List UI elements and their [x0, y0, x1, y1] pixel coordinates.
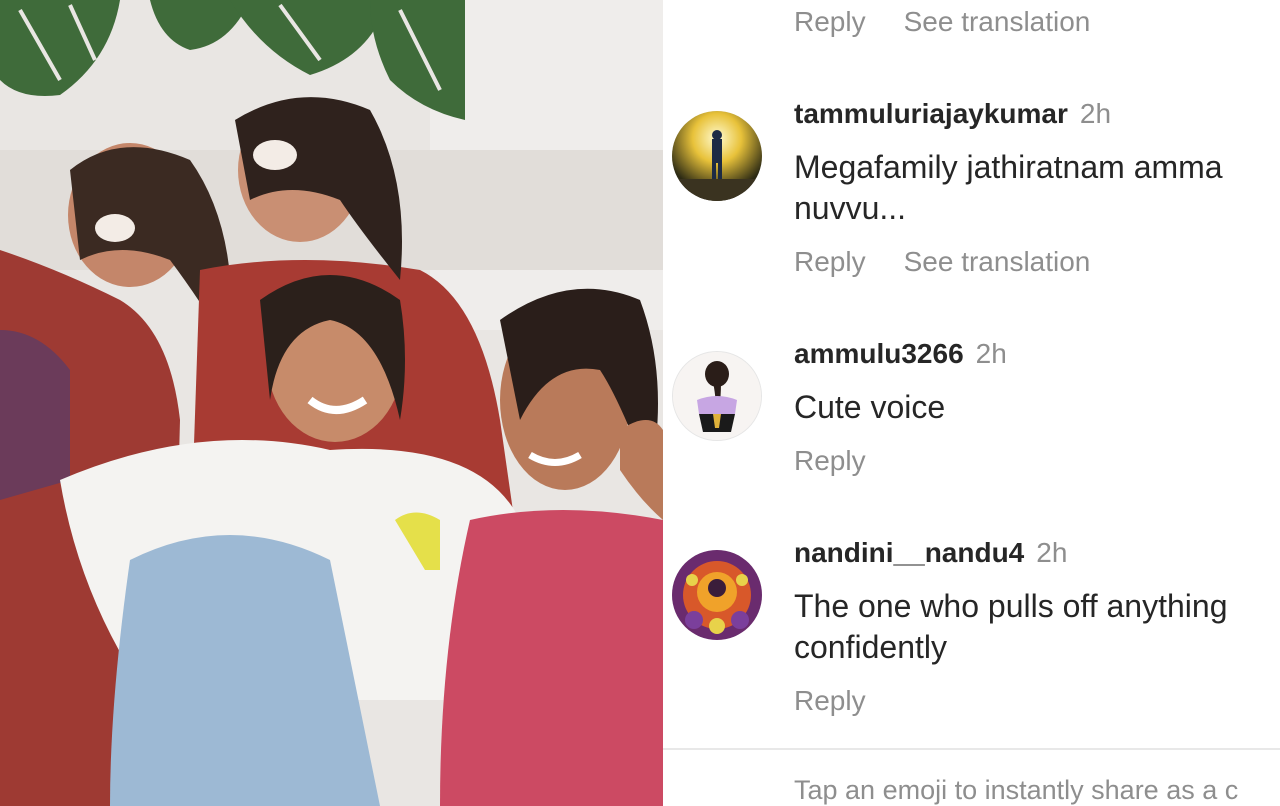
- comment-text-line: The one who pulls off anything: [794, 588, 1228, 624]
- avatar-image-tammuluriajaykumar: [672, 111, 762, 201]
- prev-comment-actions: Reply See translation: [794, 6, 1090, 38]
- avatar[interactable]: [672, 550, 762, 640]
- reply-button[interactable]: Reply: [794, 6, 866, 37]
- comment-actions: Reply: [794, 685, 866, 717]
- comment-text: Cute voice: [794, 387, 1274, 428]
- comment-time: 2h: [1079, 98, 1112, 129]
- avatar-image-nandini: [672, 550, 762, 640]
- see-translation-button[interactable]: See translation: [904, 6, 1091, 37]
- emoji-share-hint: Tap an emoji to instantly share as a c: [794, 775, 1239, 805]
- username-text[interactable]: nandini__nandu4: [794, 537, 1024, 568]
- divider: [663, 748, 1280, 750]
- comment-text: Megafamily jathiratnam amma nuvvu...: [794, 147, 1274, 229]
- avatar[interactable]: [672, 111, 762, 201]
- reply-button[interactable]: Reply: [794, 685, 866, 716]
- reply-button[interactable]: Reply: [794, 246, 866, 277]
- comment-username[interactable]: ammulu3266 2h: [794, 338, 1007, 370]
- comment-text-line: confidently: [794, 629, 947, 665]
- comment-time: 2h: [1036, 537, 1068, 568]
- username-text[interactable]: tammuluriajaykumar: [794, 98, 1068, 129]
- comments-panel: Reply See translation tammuluriajaykumar 2…: [663, 0, 1280, 806]
- avatar-image-ammulu3266: [673, 352, 761, 440]
- post-photo: [0, 0, 663, 806]
- comment-text: The one who pulls off anything confident…: [794, 586, 1274, 668]
- username-text[interactable]: ammulu3266: [794, 338, 964, 369]
- see-translation-button[interactable]: See translation: [904, 246, 1091, 277]
- photo-illustration: [0, 0, 663, 806]
- reply-button[interactable]: Reply: [794, 445, 866, 476]
- comment-text-line: Megafamily jathiratnam amma: [794, 149, 1223, 185]
- comment-time: 2h: [975, 338, 1007, 369]
- comment-username[interactable]: nandini__nandu4 2h: [794, 537, 1067, 569]
- comment-username[interactable]: tammuluriajaykumar 2h: [794, 98, 1111, 130]
- avatar[interactable]: [672, 351, 762, 441]
- comment-actions: Reply: [794, 445, 866, 477]
- comment-text-line: Cute voice: [794, 389, 946, 425]
- comment-actions: Reply See translation: [794, 246, 1090, 278]
- comment-text-line: nuvvu...: [794, 190, 907, 226]
